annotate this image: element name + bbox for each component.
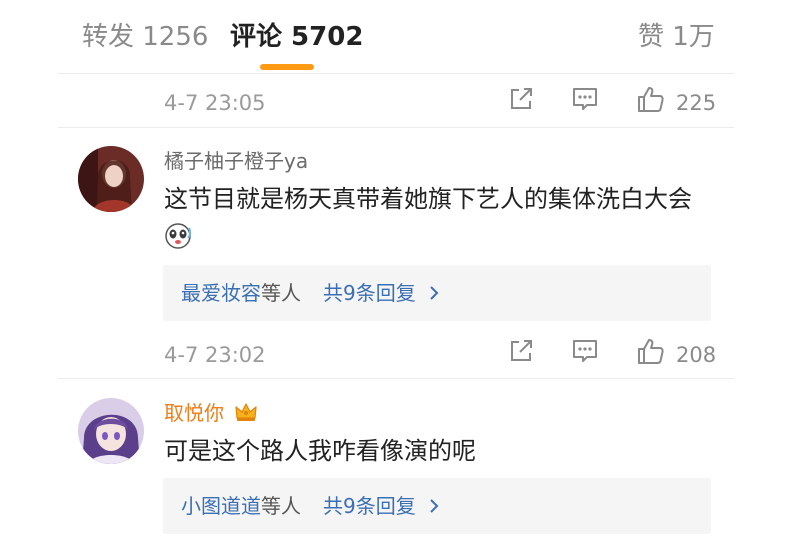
divider	[58, 378, 734, 379]
share-icon[interactable]	[506, 84, 536, 114]
active-tab-indicator	[260, 64, 314, 70]
like-icon[interactable]	[636, 336, 666, 366]
comment-item: 取悦你 可是这个路人我咋看像演的呢 小图道道等人 共9条回复	[0, 392, 793, 546]
username[interactable]: 取悦你	[164, 400, 258, 426]
avatar[interactable]	[78, 398, 144, 464]
reply-users[interactable]: 最爱妆容等人	[181, 280, 301, 306]
reply-count-link[interactable]: 共9条回复	[323, 493, 440, 519]
chevron-right-icon	[430, 286, 439, 300]
reply-users[interactable]: 小图道道等人	[181, 493, 301, 519]
comment-icon[interactable]	[570, 84, 600, 114]
divider	[58, 73, 734, 74]
share-icon[interactable]	[506, 336, 536, 366]
reply-preview[interactable]: 最爱妆容等人 共9条回复	[163, 265, 711, 321]
crown-icon	[235, 403, 257, 421]
avatar[interactable]	[78, 146, 144, 212]
username[interactable]: 橘子柚子橙子ya	[164, 148, 308, 174]
comment-text: 可是这个路人我咋看像演的呢	[164, 437, 476, 465]
comment-icon[interactable]	[570, 336, 600, 366]
emoji-icon	[165, 223, 192, 249]
comment-tabs: 转发 1256 评论 5702 赞 1万	[0, 0, 793, 72]
divider	[58, 127, 734, 128]
tab-repost[interactable]: 转发 1256	[82, 20, 208, 54]
comment-item: 橘子柚子橙子ya 这节目就是杨天真带着她旗下艺人的集体洗白大会 最爱妆容等人 共…	[0, 140, 793, 330]
comment-meta: 4-7 23:05 225	[0, 82, 793, 122]
like-count: 225	[676, 91, 717, 115]
comment-text: 这节目就是杨天真带着她旗下艺人的集体洗白大会	[164, 180, 724, 256]
chevron-right-icon	[430, 499, 439, 513]
like-icon[interactable]	[636, 84, 666, 114]
comment-time: 4-7 23:02	[164, 343, 266, 367]
tab-likes[interactable]: 赞 1万	[638, 20, 715, 54]
comment-meta: 4-7 23:02 208	[0, 334, 793, 374]
like-count: 208	[676, 343, 717, 367]
reply-preview[interactable]: 小图道道等人 共9条回复	[163, 478, 711, 534]
tab-comments[interactable]: 评论 5702	[230, 20, 363, 54]
reply-count-link[interactable]: 共9条回复	[323, 280, 440, 306]
comment-time: 4-7 23:05	[164, 91, 266, 115]
